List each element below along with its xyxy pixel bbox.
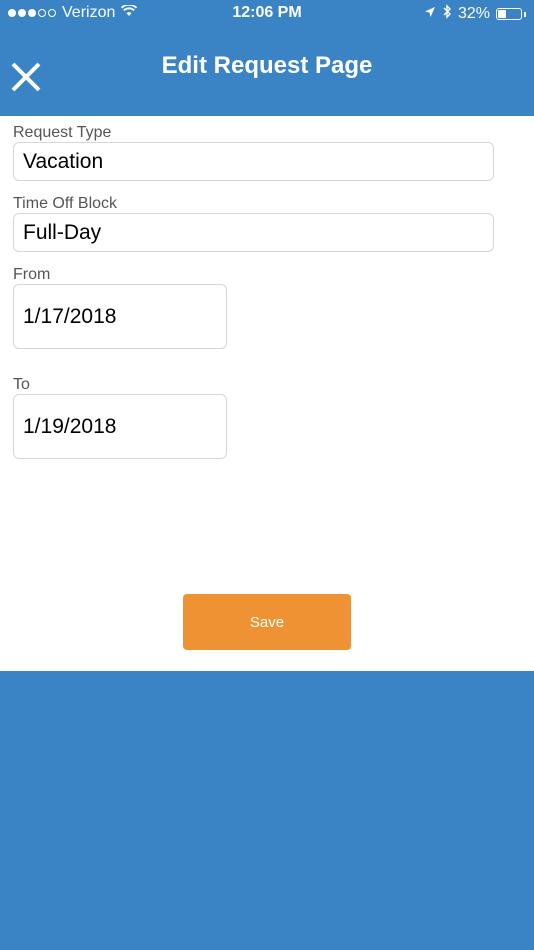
- to-date-value: 1/19/2018: [23, 414, 117, 438]
- request-type-label: Request Type: [13, 124, 112, 141]
- request-type-value: Vacation: [23, 149, 104, 173]
- time-off-block-field[interactable]: Full-Day: [13, 213, 494, 252]
- to-date-field[interactable]: 1/19/2018: [13, 394, 227, 459]
- time-off-block-value: Full-Day: [23, 220, 102, 244]
- save-button[interactable]: Save: [183, 594, 351, 650]
- request-type-field[interactable]: Vacation: [13, 142, 494, 181]
- from-date-value: 1/17/2018: [23, 304, 117, 328]
- to-label: To: [13, 376, 30, 393]
- edit-request-form: Request Type Vacation Time Off Block Ful…: [0, 116, 534, 671]
- time-off-block-label: Time Off Block: [13, 195, 118, 212]
- from-date-field[interactable]: 1/17/2018: [13, 284, 227, 349]
- page-title: Edit Request Page: [161, 52, 373, 79]
- app-header: Edit Request Page: [0, 0, 534, 116]
- from-label: From: [13, 266, 51, 283]
